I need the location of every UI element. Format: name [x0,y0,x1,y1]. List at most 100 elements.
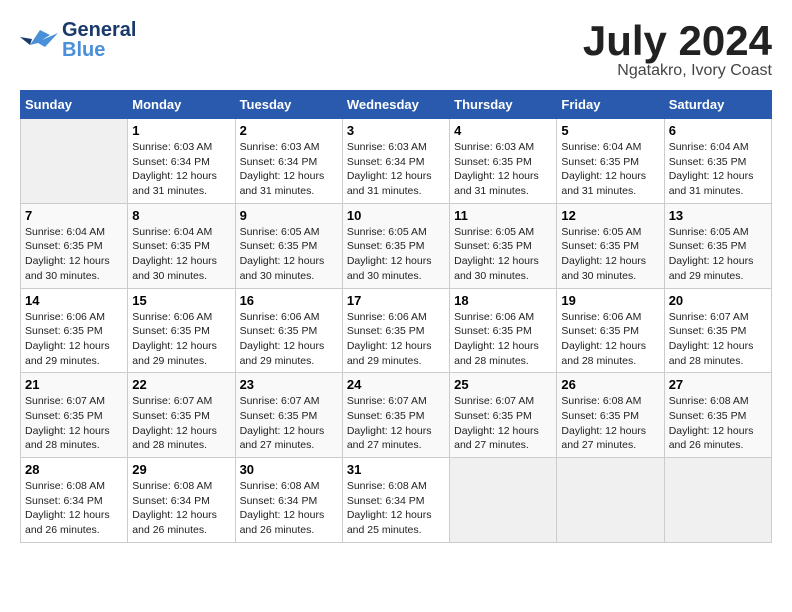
day-number: 7 [25,208,123,223]
day-number: 29 [132,462,230,477]
calendar-cell: 25 Sunrise: 6:07 AM Sunset: 6:35 PM Dayli… [450,373,557,458]
day-number: 17 [347,293,445,308]
column-header-monday: Monday [128,91,235,119]
day-number: 11 [454,208,552,223]
calendar-cell: 21 Sunrise: 6:07 AM Sunset: 6:35 PM Dayli… [21,373,128,458]
calendar-header-row: SundayMondayTuesdayWednesdayThursdayFrid… [21,91,772,119]
day-info: Sunrise: 6:07 AM Sunset: 6:35 PM Dayligh… [454,394,552,453]
day-info: Sunrise: 6:06 AM Sunset: 6:35 PM Dayligh… [25,310,123,369]
day-info: Sunrise: 6:04 AM Sunset: 6:35 PM Dayligh… [132,225,230,284]
calendar-cell: 27Sunrise: 6:08 AM Sunset: 6:35 PM Dayli… [664,373,771,458]
column-header-friday: Friday [557,91,664,119]
day-info: Sunrise: 6:08 AM Sunset: 6:34 PM Dayligh… [132,479,230,538]
day-info: Sunrise: 6:08 AM Sunset: 6:35 PM Dayligh… [669,394,767,453]
day-number: 13 [669,208,767,223]
calendar-cell: 4Sunrise: 6:03 AM Sunset: 6:35 PM Daylig… [450,119,557,204]
day-number: 5 [561,123,659,138]
calendar-cell: 7 Sunrise: 6:04 AM Sunset: 6:35 PM Daylig… [21,203,128,288]
day-info: Sunrise: 6:03 AM Sunset: 6:34 PM Dayligh… [240,140,338,199]
calendar-week-row: 7 Sunrise: 6:04 AM Sunset: 6:35 PM Daylig… [21,203,772,288]
day-number: 21 [25,377,123,392]
day-info: Sunrise: 6:07 AM Sunset: 6:35 PM Dayligh… [25,394,123,453]
day-number: 1 [132,123,230,138]
calendar-cell: 23Sunrise: 6:07 AM Sunset: 6:35 PM Dayli… [235,373,342,458]
calendar-week-row: 21 Sunrise: 6:07 AM Sunset: 6:35 PM Dayli… [21,373,772,458]
day-number: 10 [347,208,445,223]
calendar-cell: 14Sunrise: 6:06 AM Sunset: 6:35 PM Dayli… [21,288,128,373]
day-number: 25 [454,377,552,392]
day-info: Sunrise: 6:08 AM Sunset: 6:34 PM Dayligh… [347,479,445,538]
column-header-wednesday: Wednesday [342,91,449,119]
calendar-cell: 13 Sunrise: 6:05 AM Sunset: 6:35 PM Dayli… [664,203,771,288]
day-info: Sunrise: 6:05 AM Sunset: 6:35 PM Dayligh… [240,225,338,284]
calendar-cell: 19Sunrise: 6:06 AM Sunset: 6:35 PM Dayli… [557,288,664,373]
calendar-cell: 10 Sunrise: 6:05 AM Sunset: 6:35 PM Dayli… [342,203,449,288]
day-number: 31 [347,462,445,477]
page-header: General Blue July 2024 Ngatakro, Ivory C… [20,20,772,80]
logo-icon [20,25,58,55]
day-number: 20 [669,293,767,308]
day-info: Sunrise: 6:04 AM Sunset: 6:35 PM Dayligh… [669,140,767,199]
day-info: Sunrise: 6:05 AM Sunset: 6:35 PM Dayligh… [669,225,767,284]
day-info: Sunrise: 6:05 AM Sunset: 6:35 PM Dayligh… [347,225,445,284]
day-number: 28 [25,462,123,477]
column-header-thursday: Thursday [450,91,557,119]
calendar-cell: 30 Sunrise: 6:08 AM Sunset: 6:34 PM Dayli… [235,458,342,543]
logo-text: General Blue [62,20,136,60]
day-info: Sunrise: 6:06 AM Sunset: 6:35 PM Dayligh… [454,310,552,369]
day-info: Sunrise: 6:03 AM Sunset: 6:34 PM Dayligh… [347,140,445,199]
day-info: Sunrise: 6:07 AM Sunset: 6:35 PM Dayligh… [347,394,445,453]
calendar-cell: 29 Sunrise: 6:08 AM Sunset: 6:34 PM Dayli… [128,458,235,543]
calendar-cell: 9 Sunrise: 6:05 AM Sunset: 6:35 PM Daylig… [235,203,342,288]
day-number: 2 [240,123,338,138]
day-info: Sunrise: 6:06 AM Sunset: 6:35 PM Dayligh… [561,310,659,369]
day-info: Sunrise: 6:08 AM Sunset: 6:34 PM Dayligh… [25,479,123,538]
day-number: 4 [454,123,552,138]
day-info: Sunrise: 6:04 AM Sunset: 6:35 PM Dayligh… [25,225,123,284]
calendar-cell: 1Sunrise: 6:03 AM Sunset: 6:34 PM Daylig… [128,119,235,204]
day-info: Sunrise: 6:05 AM Sunset: 6:35 PM Dayligh… [561,225,659,284]
calendar-week-row: 28 Sunrise: 6:08 AM Sunset: 6:34 PM Dayli… [21,458,772,543]
calendar-cell: 22 Sunrise: 6:07 AM Sunset: 6:35 PM Dayli… [128,373,235,458]
calendar-cell: 17 Sunrise: 6:06 AM Sunset: 6:35 PM Dayli… [342,288,449,373]
day-number: 3 [347,123,445,138]
day-number: 8 [132,208,230,223]
calendar-cell: 31 Sunrise: 6:08 AM Sunset: 6:34 PM Dayli… [342,458,449,543]
day-info: Sunrise: 6:05 AM Sunset: 6:35 PM Dayligh… [454,225,552,284]
day-info: Sunrise: 6:06 AM Sunset: 6:35 PM Dayligh… [240,310,338,369]
calendar-week-row: 14Sunrise: 6:06 AM Sunset: 6:35 PM Dayli… [21,288,772,373]
day-number: 24 [347,377,445,392]
month-title: July 2024 [583,20,772,62]
logo: General Blue [20,20,136,60]
calendar-cell [664,458,771,543]
day-number: 30 [240,462,338,477]
day-info: Sunrise: 6:08 AM Sunset: 6:35 PM Dayligh… [561,394,659,453]
calendar-cell: 8 Sunrise: 6:04 AM Sunset: 6:35 PM Daylig… [128,203,235,288]
calendar-cell [450,458,557,543]
calendar-cell: 28 Sunrise: 6:08 AM Sunset: 6:34 PM Dayli… [21,458,128,543]
calendar-cell: 20 Sunrise: 6:07 AM Sunset: 6:35 PM Dayli… [664,288,771,373]
column-header-sunday: Sunday [21,91,128,119]
day-info: Sunrise: 6:06 AM Sunset: 6:35 PM Dayligh… [132,310,230,369]
day-info: Sunrise: 6:07 AM Sunset: 6:35 PM Dayligh… [132,394,230,453]
day-number: 9 [240,208,338,223]
calendar-cell: 11 Sunrise: 6:05 AM Sunset: 6:35 PM Dayli… [450,203,557,288]
day-number: 16 [240,293,338,308]
day-number: 22 [132,377,230,392]
day-number: 12 [561,208,659,223]
day-info: Sunrise: 6:07 AM Sunset: 6:35 PM Dayligh… [669,310,767,369]
calendar-cell: 2 Sunrise: 6:03 AM Sunset: 6:34 PM Daylig… [235,119,342,204]
location-title: Ngatakro, Ivory Coast [583,62,772,80]
day-number: 18 [454,293,552,308]
day-number: 6 [669,123,767,138]
calendar-cell: 5 Sunrise: 6:04 AM Sunset: 6:35 PM Daylig… [557,119,664,204]
calendar-cell: 24 Sunrise: 6:07 AM Sunset: 6:35 PM Dayli… [342,373,449,458]
day-info: Sunrise: 6:04 AM Sunset: 6:35 PM Dayligh… [561,140,659,199]
day-info: Sunrise: 6:06 AM Sunset: 6:35 PM Dayligh… [347,310,445,369]
calendar-cell: 6 Sunrise: 6:04 AM Sunset: 6:35 PM Daylig… [664,119,771,204]
column-header-tuesday: Tuesday [235,91,342,119]
calendar-cell [21,119,128,204]
day-info: Sunrise: 6:08 AM Sunset: 6:34 PM Dayligh… [240,479,338,538]
day-number: 15 [132,293,230,308]
logo-general-text: General [62,20,136,40]
